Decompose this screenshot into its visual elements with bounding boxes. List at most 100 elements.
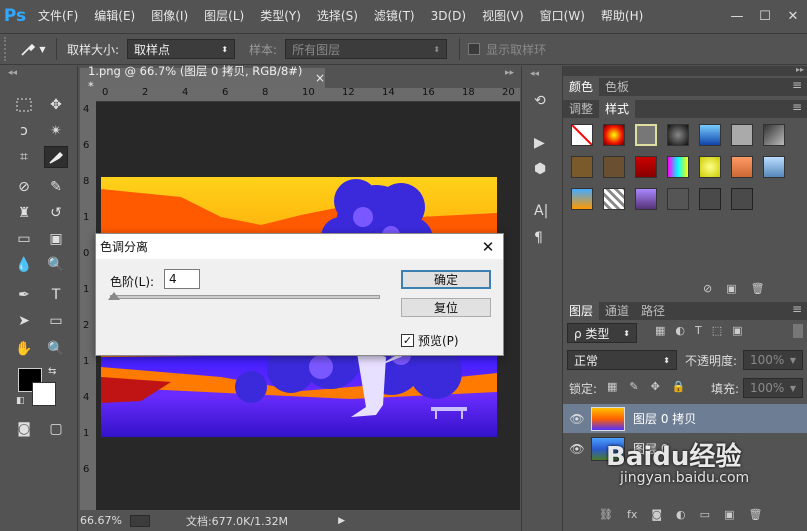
tab-color[interactable]: 颜色 xyxy=(563,78,600,96)
clone-stamp-tool-icon[interactable]: ♜ xyxy=(12,202,36,224)
background-color-swatch[interactable] xyxy=(32,382,56,406)
layer-name[interactable]: 图层 0 拷贝 xyxy=(633,410,696,427)
panel-menu-icon[interactable]: ≡ xyxy=(792,302,802,320)
tab-styles[interactable]: 样式 xyxy=(599,100,636,118)
visibility-eye-icon[interactable]: 👁 xyxy=(563,412,591,426)
menu-item[interactable]: 滤镜(T) xyxy=(366,0,423,32)
marquee-tool-icon[interactable] xyxy=(12,94,36,116)
menu-item[interactable]: 图像(I) xyxy=(143,0,196,32)
layer-style-icon[interactable]: fx xyxy=(627,508,637,521)
menu-item[interactable]: 类型(Y) xyxy=(252,0,309,32)
menu-item[interactable]: 选择(S) xyxy=(309,0,366,32)
sample-size-select[interactable]: 取样点 ⬍ xyxy=(127,39,236,59)
tab-adjustments[interactable]: 调整 xyxy=(563,100,599,118)
lock-paint-icon[interactable]: ✎ xyxy=(629,380,638,393)
blur-tool-icon[interactable]: 💧 xyxy=(12,254,36,276)
menu-item[interactable]: 文件(F) xyxy=(30,0,86,32)
status-icon[interactable] xyxy=(129,514,150,527)
collapse-arrows-icon[interactable]: ◂◂ xyxy=(8,68,17,78)
panel-menu-icon[interactable]: ≡ xyxy=(792,100,802,118)
filter-smart-icon[interactable]: ▣ xyxy=(732,324,742,337)
tab-paths[interactable]: 路径 xyxy=(635,302,671,320)
actions-panel-icon[interactable]: ▶ xyxy=(534,135,545,151)
history-panel-icon[interactable]: ⟲ xyxy=(534,93,546,109)
style-swatch[interactable] xyxy=(699,188,721,210)
document-tab[interactable]: 1.png @ 66.7% (图层 0 拷贝, RGB/8#) * × xyxy=(80,64,325,93)
rectangle-tool-icon[interactable]: ▭ xyxy=(44,310,68,332)
group-icon[interactable]: ▭ xyxy=(700,508,710,521)
style-swatch[interactable] xyxy=(763,124,785,146)
zoom-level[interactable]: 66.67% xyxy=(80,514,122,527)
delete-style-icon[interactable]: 🗑 xyxy=(751,282,765,295)
style-swatch[interactable] xyxy=(635,156,657,178)
opacity-input[interactable]: 100% ▼ xyxy=(743,350,803,370)
style-none[interactable] xyxy=(571,124,593,146)
style-swatch[interactable] xyxy=(667,124,689,146)
grip-handle[interactable] xyxy=(4,37,16,61)
tab-channels[interactable]: 通道 xyxy=(599,302,635,320)
eraser-tool-icon[interactable]: ▭ xyxy=(12,228,36,250)
collapse-arrows-icon[interactable]: ▸▸ xyxy=(796,65,804,74)
collapse-arrows-icon[interactable]: ▸▸ xyxy=(505,68,514,78)
lock-position-icon[interactable]: ✥ xyxy=(651,380,660,393)
status-menu-arrow-icon[interactable]: ▶ xyxy=(338,516,345,526)
menu-item[interactable]: 视图(V) xyxy=(474,0,532,32)
clear-style-icon[interactable]: ⊘ xyxy=(703,282,712,295)
default-colors-icon[interactable]: ◧ xyxy=(16,396,25,406)
link-layers-icon[interactable]: ⛓ xyxy=(599,508,613,521)
delete-layer-icon[interactable]: 🗑 xyxy=(748,508,762,521)
minimize-button[interactable]: — xyxy=(723,6,751,26)
ok-button[interactable]: 确定 xyxy=(401,270,491,289)
menu-item[interactable]: 窗口(W) xyxy=(532,0,593,32)
style-swatch[interactable] xyxy=(699,156,721,178)
history-brush-tool-icon[interactable]: ↺ xyxy=(44,202,68,224)
style-swatch[interactable] xyxy=(667,156,689,178)
eyedropper-tool-icon[interactable] xyxy=(44,146,68,168)
preview-toggle[interactable]: ✓ 预览(P) xyxy=(401,332,459,349)
filter-pixel-icon[interactable]: ▦ xyxy=(655,324,665,337)
style-swatch[interactable] xyxy=(571,156,593,178)
screen-mode-icon[interactable]: ▢ xyxy=(44,418,68,440)
preview-checkbox[interactable]: ✓ xyxy=(401,334,414,347)
lock-transparent-icon[interactable]: ▦ xyxy=(607,380,617,393)
show-ring-checkbox[interactable] xyxy=(468,43,481,55)
blend-mode-select[interactable]: 正常 ⬍ xyxy=(567,350,677,370)
ruler-origin[interactable] xyxy=(80,88,96,102)
lasso-tool-icon[interactable]: ↄ xyxy=(12,120,36,142)
move-tool-icon[interactable]: ✥ xyxy=(44,94,68,116)
fill-input[interactable]: 100% ▼ xyxy=(743,378,803,398)
pen-tool-icon[interactable]: ✒ xyxy=(12,284,36,306)
panel-menu-icon[interactable]: ≡ xyxy=(792,78,802,96)
menu-item[interactable]: 帮助(H) xyxy=(593,0,651,32)
close-window-button[interactable]: ✕ xyxy=(779,6,807,26)
layer-mask-icon[interactable]: ◙ xyxy=(651,508,662,521)
levels-slider-thumb[interactable] xyxy=(108,292,120,300)
menu-item[interactable]: 编辑(E) xyxy=(86,0,143,32)
style-swatch[interactable] xyxy=(635,124,657,146)
tab-swatches[interactable]: 色板 xyxy=(599,78,635,96)
healing-brush-tool-icon[interactable]: ⊘ xyxy=(12,176,36,198)
magic-wand-tool-icon[interactable]: ✴ xyxy=(44,120,68,142)
filter-shape-icon[interactable]: ⬚ xyxy=(712,324,722,337)
hand-tool-icon[interactable]: ✋ xyxy=(12,338,36,360)
menu-item[interactable]: 图层(L) xyxy=(196,0,252,32)
eyedropper-icon[interactable]: ▼ xyxy=(16,41,50,57)
zoom-tool-icon[interactable]: 🔍 xyxy=(44,338,68,360)
close-tab-icon[interactable]: × xyxy=(315,71,325,85)
visibility-eye-icon[interactable]: 👁 xyxy=(563,442,591,456)
style-swatch[interactable] xyxy=(667,188,689,210)
collapse-arrows-icon[interactable]: ◂◂ xyxy=(530,69,539,79)
dodge-tool-icon[interactable]: 🔍 xyxy=(44,254,68,276)
path-selection-tool-icon[interactable]: ➤ xyxy=(12,310,36,332)
maximize-button[interactable]: ☐ xyxy=(751,6,779,26)
filter-adjustment-icon[interactable]: ◐ xyxy=(675,324,685,337)
style-swatch[interactable] xyxy=(603,124,625,146)
style-swatch[interactable] xyxy=(571,188,593,210)
adjustment-layer-icon[interactable]: ◐ xyxy=(676,508,686,521)
brush-tool-icon[interactable]: ✎ xyxy=(44,176,68,198)
lock-all-icon[interactable]: 🔒 xyxy=(672,380,686,393)
dialog-close-icon[interactable]: ✕ xyxy=(473,238,503,256)
style-swatch[interactable] xyxy=(603,188,625,210)
character-panel-icon[interactable]: A| xyxy=(534,203,548,219)
paragraph-panel-icon[interactable]: ¶ xyxy=(534,230,543,246)
